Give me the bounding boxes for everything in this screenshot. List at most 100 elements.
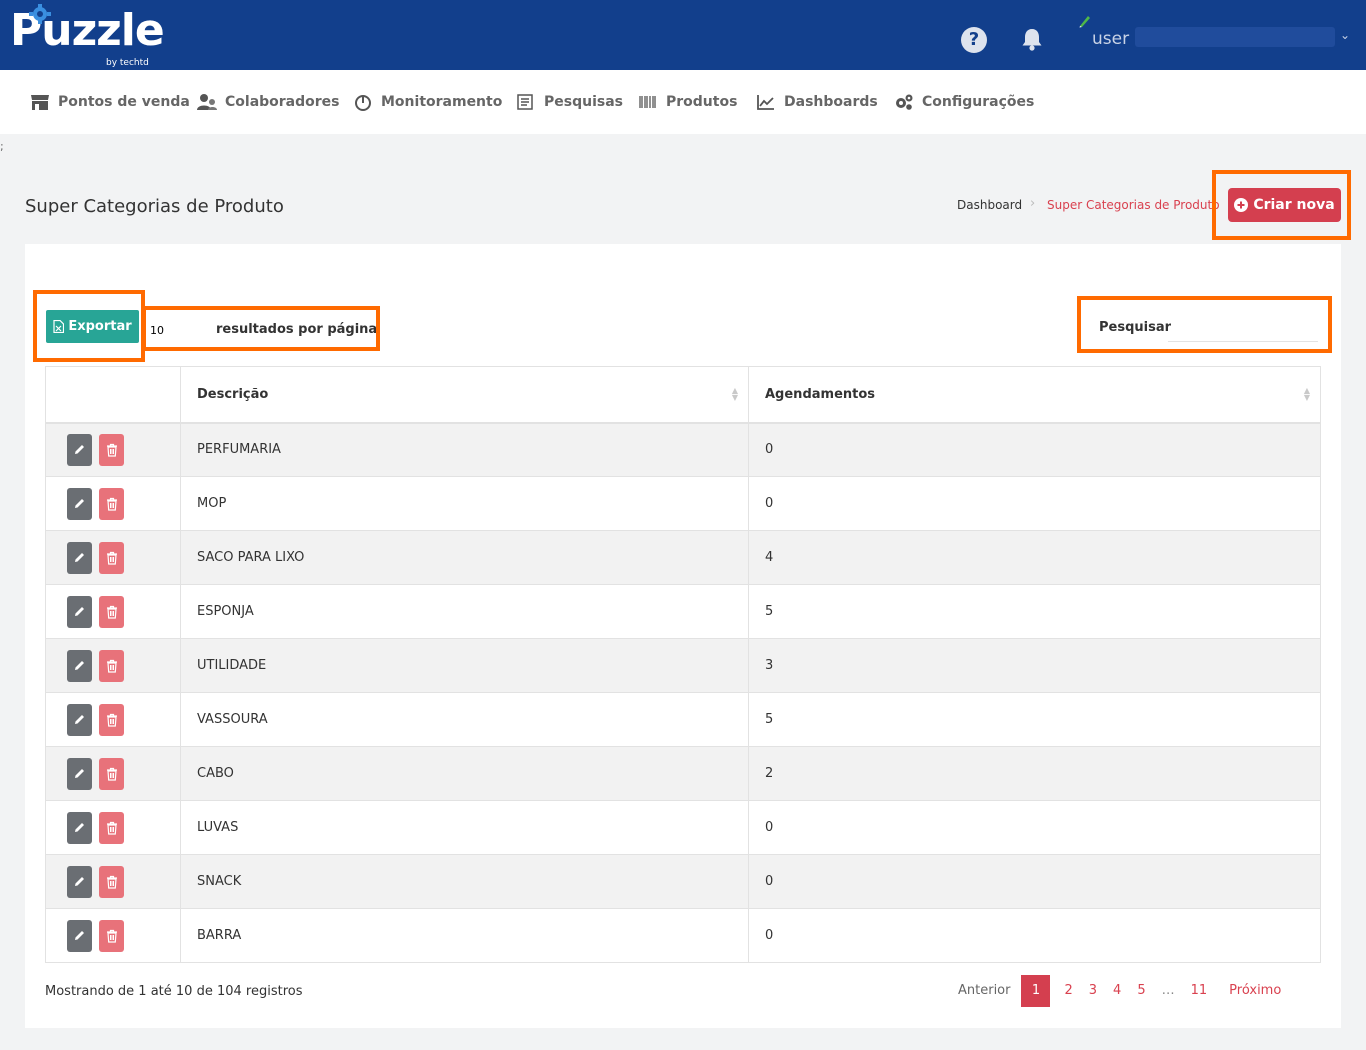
delete-button[interactable] xyxy=(99,757,124,790)
delete-button[interactable] xyxy=(99,649,124,682)
edit-button[interactable] xyxy=(67,703,92,736)
user-name[interactable]: user xyxy=(1092,29,1129,49)
delete-button[interactable] xyxy=(99,865,124,898)
edit-button[interactable] xyxy=(67,649,92,682)
edit-button[interactable] xyxy=(67,757,92,790)
breadcrumb-separator: › xyxy=(1030,196,1036,211)
trash-icon xyxy=(106,659,117,673)
chart-icon xyxy=(757,95,774,110)
chevron-down-icon[interactable]: ⌄ xyxy=(1340,28,1350,42)
nav-label: Configurações xyxy=(922,94,1035,110)
cell-agendamentos: 0 xyxy=(748,908,1321,963)
pagination: Anterior 1 2 3 4 5 … 11 Próximo xyxy=(950,975,1289,1007)
stray-character: ; xyxy=(0,140,4,153)
nav-label: Colaboradores xyxy=(225,94,340,110)
table-body: PERFUMARIA 0 MOP 0 SACO PARA LIXO 4 ESPO… xyxy=(45,422,1321,963)
edit-button[interactable] xyxy=(67,487,92,520)
create-new-label: Criar nova xyxy=(1253,197,1335,213)
nav-item-produtos[interactable]: Produtos xyxy=(638,70,737,134)
bell-icon[interactable] xyxy=(1019,26,1045,52)
edit-button[interactable] xyxy=(67,811,92,844)
search-input[interactable] xyxy=(1168,316,1318,342)
column-header-descricao[interactable]: Descrição ▲ ▼ xyxy=(180,366,749,424)
cell-descricao: PERFUMARIA xyxy=(180,422,749,477)
nav-item-configuracoes[interactable]: Configurações xyxy=(894,70,1034,134)
delete-button[interactable] xyxy=(99,595,124,628)
cell-agendamentos: 0 xyxy=(748,854,1321,909)
survey-icon xyxy=(517,94,533,110)
breadcrumb-dashboard[interactable]: Dashboard xyxy=(957,198,1022,212)
row-actions xyxy=(45,854,181,909)
delete-button[interactable] xyxy=(99,811,124,844)
gauge-icon xyxy=(355,95,371,111)
trash-icon xyxy=(106,929,117,943)
nav-item-monitoramento[interactable]: Monitoramento xyxy=(353,70,502,134)
column-header-agendamentos[interactable]: Agendamentos ▲ ▼ xyxy=(748,366,1321,424)
users-icon xyxy=(197,94,217,110)
table-info: Mostrando de 1 até 10 de 104 registros xyxy=(45,984,303,999)
trash-icon xyxy=(106,443,117,457)
pagination-pages: 1 2 3 4 5 … 11 xyxy=(1021,975,1215,1007)
table-header-row: Descrição ▲ ▼ Agendamentos ▲ ▼ xyxy=(45,366,1321,424)
cell-descricao: CABO xyxy=(180,746,749,801)
table-row: ESPONJA 5 xyxy=(45,584,1321,639)
pagination-next[interactable]: Próximo xyxy=(1215,975,1289,1007)
column-header-label: Descrição xyxy=(197,386,269,402)
per-page-label: resultados por página xyxy=(216,322,378,337)
export-button[interactable]: Exportar xyxy=(46,310,139,343)
nav-label: Monitoramento xyxy=(381,94,503,110)
delete-button[interactable] xyxy=(99,919,124,952)
nav-item-dashboards[interactable]: Dashboards xyxy=(756,70,878,134)
per-page-select[interactable]: 10 xyxy=(150,324,164,337)
help-icon[interactable]: ? xyxy=(961,27,987,53)
pencil-icon xyxy=(75,499,84,508)
create-new-button[interactable]: Criar nova xyxy=(1228,188,1341,222)
edit-button[interactable] xyxy=(67,541,92,574)
nav-label: Pontos de venda xyxy=(58,94,190,110)
delete-button[interactable] xyxy=(99,541,124,574)
nav-label: Dashboards xyxy=(784,94,878,110)
cell-agendamentos: 0 xyxy=(748,800,1321,855)
page-title: Super Categorias de Produto xyxy=(25,196,284,217)
pagination-previous[interactable]: Anterior xyxy=(950,975,1021,1007)
table-row: SACO PARA LIXO 4 xyxy=(45,530,1321,585)
cell-descricao: SNACK xyxy=(180,854,749,909)
cell-descricao: BARRA xyxy=(180,908,749,963)
store-icon xyxy=(31,95,49,110)
cell-agendamentos: 5 xyxy=(748,692,1321,747)
top-bar: Puzzle by techtd ? user ⌄ xyxy=(0,0,1366,70)
main-nav: Pontos de venda Colaboradores Monitorame… xyxy=(0,70,1366,134)
pagination-page[interactable]: 1 xyxy=(1021,975,1051,1007)
nav-item-colaboradores[interactable]: Colaboradores xyxy=(197,70,340,134)
pagination-page[interactable]: 11 xyxy=(1183,975,1216,1007)
cell-descricao: LUVAS xyxy=(180,800,749,855)
pencil-icon xyxy=(75,661,84,670)
trash-icon xyxy=(106,713,117,727)
nav-item-pontos-de-venda[interactable]: Pontos de venda xyxy=(30,70,190,134)
categories-table: Descrição ▲ ▼ Agendamentos ▲ ▼ PERFUMARIA … xyxy=(45,366,1321,963)
edit-button[interactable] xyxy=(67,865,92,898)
edit-button[interactable] xyxy=(67,919,92,952)
edit-button[interactable] xyxy=(67,433,92,466)
pagination-page[interactable]: 4 xyxy=(1105,975,1129,1007)
table-row: MOP 0 xyxy=(45,476,1321,531)
pencil-icon xyxy=(75,931,84,940)
edit-button[interactable] xyxy=(67,595,92,628)
sort-icon[interactable]: ▲ ▼ xyxy=(732,387,738,402)
plus-circle-icon xyxy=(1234,198,1249,212)
sort-icon[interactable]: ▲ ▼ xyxy=(1304,387,1310,402)
pagination-page[interactable]: 3 xyxy=(1081,975,1105,1007)
user-avatar-icon xyxy=(1079,16,1090,28)
row-actions xyxy=(45,530,181,585)
cell-agendamentos: 5 xyxy=(748,584,1321,639)
table-row: VASSOURA 5 xyxy=(45,692,1321,747)
delete-button[interactable] xyxy=(99,487,124,520)
pagination-page[interactable]: 5 xyxy=(1129,975,1153,1007)
nav-item-pesquisas[interactable]: Pesquisas xyxy=(516,70,623,134)
pagination-page[interactable]: 2 xyxy=(1056,975,1080,1007)
logo[interactable]: Puzzle by techtd xyxy=(10,4,165,68)
delete-button[interactable] xyxy=(99,433,124,466)
delete-button[interactable] xyxy=(99,703,124,736)
pencil-icon xyxy=(75,445,84,455)
trash-icon xyxy=(106,605,117,619)
